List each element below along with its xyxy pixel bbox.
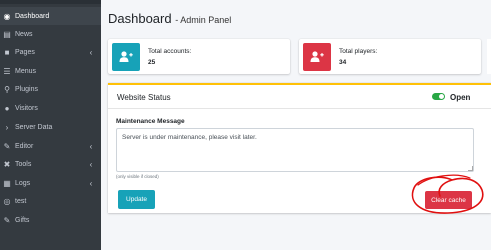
sidebar-item-label: Pages bbox=[15, 48, 35, 56]
maintenance-message-label: Maintenance Message bbox=[116, 118, 185, 125]
chevron-right-icon: › bbox=[5, 122, 9, 132]
tools-icon: ✖ bbox=[3, 159, 11, 169]
sidebar-item-logs[interactable]: ▦ Logs ‹ bbox=[0, 174, 101, 192]
menu-icon: ☰ bbox=[3, 66, 11, 76]
dashboard-icon: ◉ bbox=[3, 11, 11, 21]
clear-cache-button[interactable]: Clear cache bbox=[425, 191, 472, 209]
sidebar-item-menus[interactable]: ☰ Menus bbox=[0, 62, 101, 80]
sidebar-item-label: Tools bbox=[15, 160, 32, 168]
website-status-title: Website Status bbox=[117, 93, 171, 102]
website-status-card: Website Status Open Maintenance Message … bbox=[108, 83, 491, 213]
sidebar-item-test[interactable]: ◎ test bbox=[0, 192, 101, 210]
sidebar-item-visitors[interactable]: ● Visitors bbox=[0, 99, 101, 117]
total-accounts-label: Total accounts: bbox=[148, 47, 192, 55]
sidebar-item-label: Menus bbox=[15, 67, 37, 75]
sidebar-item-server-data[interactable]: › Server Data bbox=[0, 118, 101, 136]
sidebar-item-label: Server Data bbox=[15, 123, 53, 131]
sidebar-item-label: Dashboard bbox=[15, 12, 50, 20]
sidebar-item-label: Gifts bbox=[15, 216, 30, 224]
page-title: Dashboard - Admin Panel bbox=[108, 11, 231, 26]
user-icon: ● bbox=[4, 103, 10, 113]
total-players-box: Total players: 34 bbox=[299, 39, 481, 74]
maintenance-hint: (only visible if closed) bbox=[116, 174, 159, 179]
update-button[interactable]: Update bbox=[118, 190, 155, 209]
sidebar-item-dashboard[interactable]: ◉ Dashboard bbox=[0, 7, 101, 25]
sidebar-item-label: Logs bbox=[15, 179, 31, 187]
total-accounts-value: 25 bbox=[148, 58, 156, 66]
logs-icon: ▦ bbox=[3, 178, 11, 188]
plug-icon: ⚲ bbox=[4, 84, 10, 94]
sidebar-item-label: Visitors bbox=[15, 104, 38, 112]
page-title-text: Dashboard bbox=[108, 11, 172, 26]
maintenance-message-input[interactable]: Server is under maintenance, please visi… bbox=[116, 128, 474, 172]
edit-icon: ✎ bbox=[3, 141, 11, 151]
page-subtitle: - Admin Panel bbox=[175, 15, 232, 25]
total-accounts-box: Total accounts: 25 bbox=[108, 39, 290, 74]
circle-icon: ◎ bbox=[3, 196, 11, 206]
sidebar-item-tools[interactable]: ✖ Tools ‹ bbox=[0, 155, 101, 173]
chevron-left-icon: ‹ bbox=[89, 47, 93, 57]
website-status-toggle[interactable] bbox=[432, 93, 445, 100]
chevron-left-icon: ‹ bbox=[89, 141, 93, 151]
sidebar-item-plugins[interactable]: ⚲ Plugins bbox=[0, 80, 101, 98]
website-status-state: Open bbox=[450, 93, 471, 102]
total-players-value: 34 bbox=[339, 58, 347, 66]
chevron-left-icon: ‹ bbox=[89, 178, 93, 188]
sidebar-item-label: test bbox=[15, 197, 27, 205]
total-players-label: Total players: bbox=[339, 47, 378, 55]
user-plus-icon bbox=[112, 42, 140, 71]
toggle-knob bbox=[439, 94, 444, 99]
sidebar-item-gifts[interactable]: ✎ Gifts bbox=[0, 211, 101, 229]
sidebar-item-label: Plugins bbox=[15, 85, 38, 93]
user-plus-icon bbox=[303, 42, 331, 71]
sidebar-item-editor[interactable]: ✎ Editor ‹ bbox=[0, 137, 101, 155]
newspaper-icon: ▤ bbox=[3, 29, 11, 39]
sidebar-item-pages[interactable]: ■ Pages ‹ bbox=[0, 43, 101, 61]
chevron-left-icon: ‹ bbox=[89, 159, 93, 169]
sidebar-item-news[interactable]: ▤ News bbox=[0, 25, 101, 43]
resize-grip-icon[interactable] bbox=[468, 166, 473, 171]
book-icon: ■ bbox=[4, 47, 10, 57]
next-info-box-edge bbox=[487, 39, 491, 74]
gift-icon: ✎ bbox=[3, 215, 11, 225]
sidebar-item-label: News bbox=[15, 30, 33, 38]
sidebar-item-label: Editor bbox=[15, 142, 34, 150]
sidebar-top-bar bbox=[0, 0, 101, 4]
card-header: Website Status Open bbox=[108, 85, 491, 109]
sidebar: ◉ Dashboard ▤ News ■ Pages ‹ ☰ Menus ⚲ Plugins ● Vis… bbox=[0, 0, 101, 250]
